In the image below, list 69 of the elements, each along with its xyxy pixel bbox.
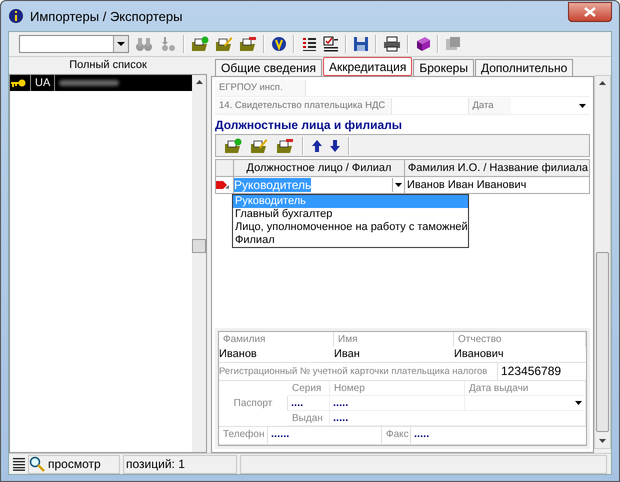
input-field[interactable]: ...... [267,427,382,444]
section-title: Должностные лица и филиалы [215,118,403,132]
input-field[interactable]: ..... [330,396,465,411]
scroll-up-icon[interactable] [196,80,202,84]
field-label: Телефон [222,428,266,442]
field-label: Выдан [288,411,330,426]
key-icon [10,78,26,88]
scrollbar[interactable] [594,75,611,449]
input-field[interactable]: 123456789 [498,363,562,380]
country-code: UA [30,75,56,91]
caret-icon [579,104,586,108]
input-field[interactable] [306,80,590,96]
folder-edit-icon[interactable] [215,36,233,52]
input-field[interactable] [392,98,468,114]
printer-icon[interactable] [383,36,401,52]
field-label: Номер [330,381,465,396]
input-field[interactable]: .... [288,396,330,411]
redacted-mark [59,78,120,88]
tab[interactable]: Аккредитация [322,57,412,76]
caret-icon [395,183,402,187]
field-label: Серия [288,381,330,396]
input-field[interactable]: Иванович [454,347,586,362]
scrollbar[interactable] [192,75,206,452]
close-button[interactable] [568,2,612,22]
scroll-down-icon[interactable] [599,439,606,443]
info-icon [8,8,24,24]
scroll-thumb[interactable] [596,252,609,432]
input-field[interactable]: Иван [334,347,454,362]
search-icon [29,456,45,472]
folder-edit-icon[interactable] [250,138,268,154]
column-header: Фамилия И.О. / Название филиала [406,161,589,176]
field-label: Регистрационный № учетной карточки плательщика налогов [219,363,498,380]
dropdown-option[interactable]: Лицо, уполномоченное на работу с таможней [233,221,468,234]
caret-icon [575,401,582,405]
grid-cell-text: Иванов Иван Иванович [406,178,528,193]
column-header: Должностное лицо / Филиал [234,160,405,176]
tab[interactable]: Брокеры [413,59,474,76]
folder-delete-icon[interactable] [239,36,257,52]
scroll-thumb[interactable] [192,239,206,253]
arrow-down-icon[interactable] [330,140,340,152]
list-header: Полный список [68,58,148,73]
status-text: просмотр [48,457,101,471]
caret-icon [117,42,125,46]
status-text: позиций: 1 [123,454,237,474]
save-icon[interactable] [353,36,369,52]
window-title: Импортеры / Экспортеры [30,8,184,24]
folder-add-icon[interactable] [224,138,242,154]
input-field[interactable]: ..... [330,411,586,426]
dropdown-option[interactable]: Главный бухгалтер [233,208,468,221]
list-icon [13,457,25,471]
field-label: Дата выдачи [465,381,586,396]
dropdown-button[interactable] [392,178,404,192]
list-row[interactable]: UA [10,75,192,91]
scroll-up-icon[interactable] [599,81,606,85]
close-icon [584,7,596,17]
input-field[interactable]: ..... [410,427,586,444]
tab[interactable]: Дополнительно [474,59,574,76]
folder-delete-icon[interactable] [276,138,294,154]
checklist-icon[interactable] [323,36,339,52]
folder-add-icon[interactable] [191,36,209,52]
tab[interactable]: Общие сведения [215,59,322,76]
filter-combo[interactable] [19,35,129,53]
dropdown-option[interactable]: Филиал [233,234,468,247]
arrow-up-icon[interactable] [312,140,322,152]
emblem-icon[interactable] [271,36,287,52]
field-label: Факс [385,428,410,442]
input-field[interactable]: Иванов [219,347,334,362]
list-icon[interactable] [301,36,317,52]
field-label: Паспорт [219,396,288,411]
